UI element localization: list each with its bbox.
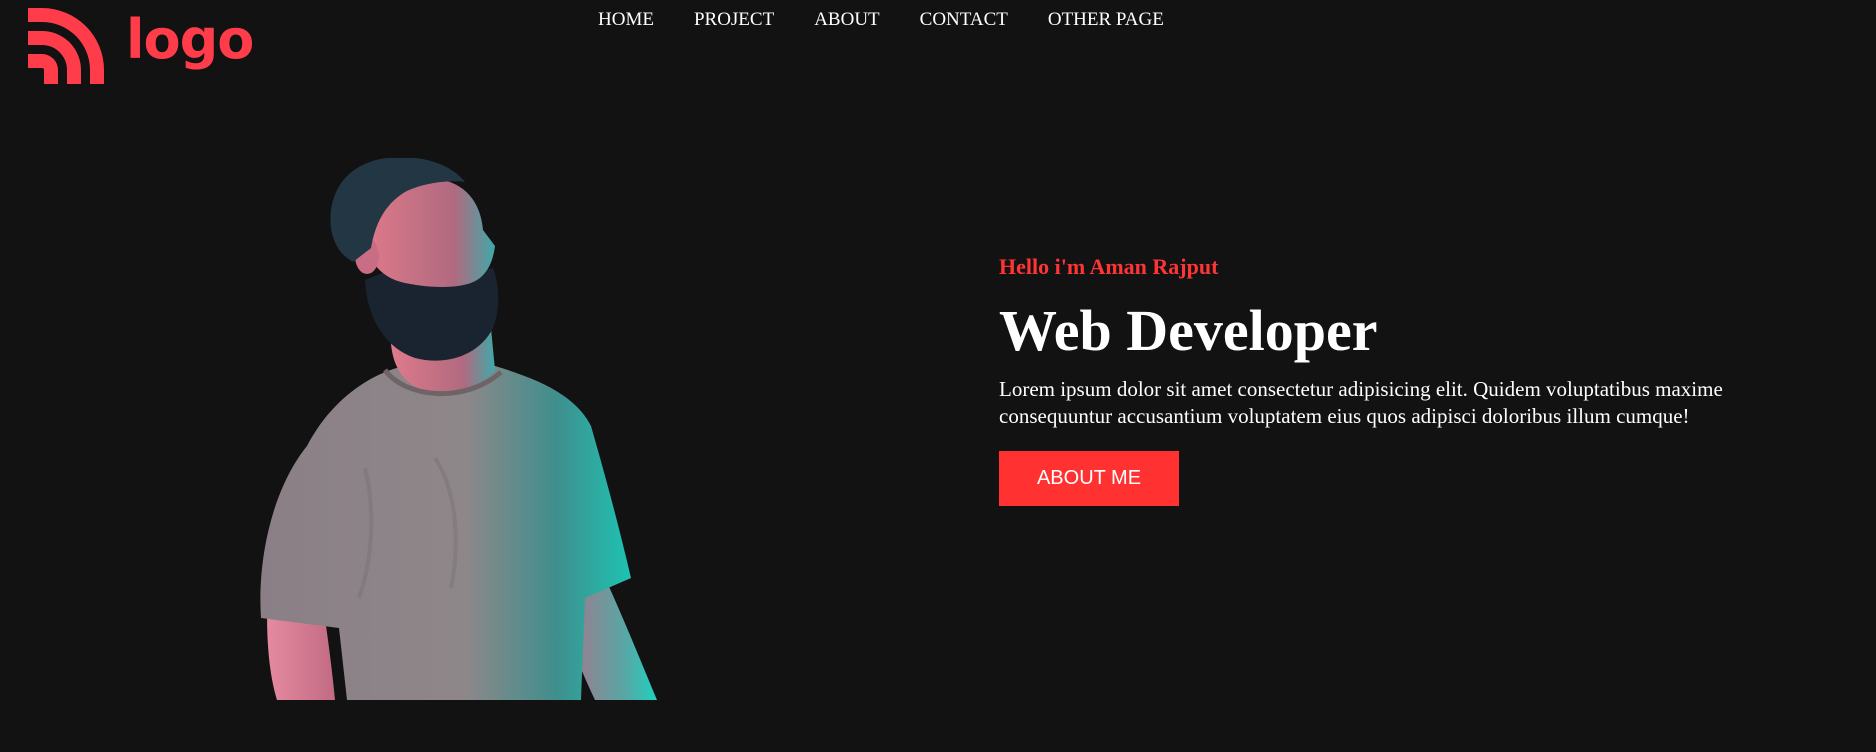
hero-portrait xyxy=(255,158,665,700)
nav-item-project: PROJECT xyxy=(674,8,794,32)
nav-link-about[interactable]: ABOUT xyxy=(794,8,899,32)
page: logo HOME PROJECT ABOUT CONTACT OTHER PA… xyxy=(0,0,1876,752)
nav-item-home: HOME xyxy=(598,8,674,32)
hero-title: Web Developer xyxy=(999,298,1378,363)
nav-link-other-page[interactable]: OTHER PAGE xyxy=(1028,8,1184,32)
nav-item-contact: CONTACT xyxy=(900,8,1028,32)
hero-bio: Lorem ipsum dolor sit amet consectetur a… xyxy=(999,377,1723,428)
nav-link-home[interactable]: HOME xyxy=(598,8,674,32)
hero-text: Hello i'm Aman Rajput Web Developer Lore… xyxy=(999,250,1759,506)
hero-greeting: Hello i'm Aman Rajput xyxy=(999,254,1219,279)
about-me-button[interactable]: ABOUT ME xyxy=(999,451,1179,506)
person-portrait-icon xyxy=(260,158,657,700)
logo-link[interactable]: logo xyxy=(28,8,254,84)
nav-link-contact[interactable]: CONTACT xyxy=(900,8,1028,32)
nav-item-other-page: OTHER PAGE xyxy=(1028,8,1184,32)
logo-text: logo xyxy=(126,8,254,71)
nav-link-project[interactable]: PROJECT xyxy=(674,8,794,32)
nav-item-about: ABOUT xyxy=(794,8,899,32)
logo-rss-icon xyxy=(28,8,104,84)
main-nav: HOME PROJECT ABOUT CONTACT OTHER PAGE xyxy=(598,8,1184,32)
